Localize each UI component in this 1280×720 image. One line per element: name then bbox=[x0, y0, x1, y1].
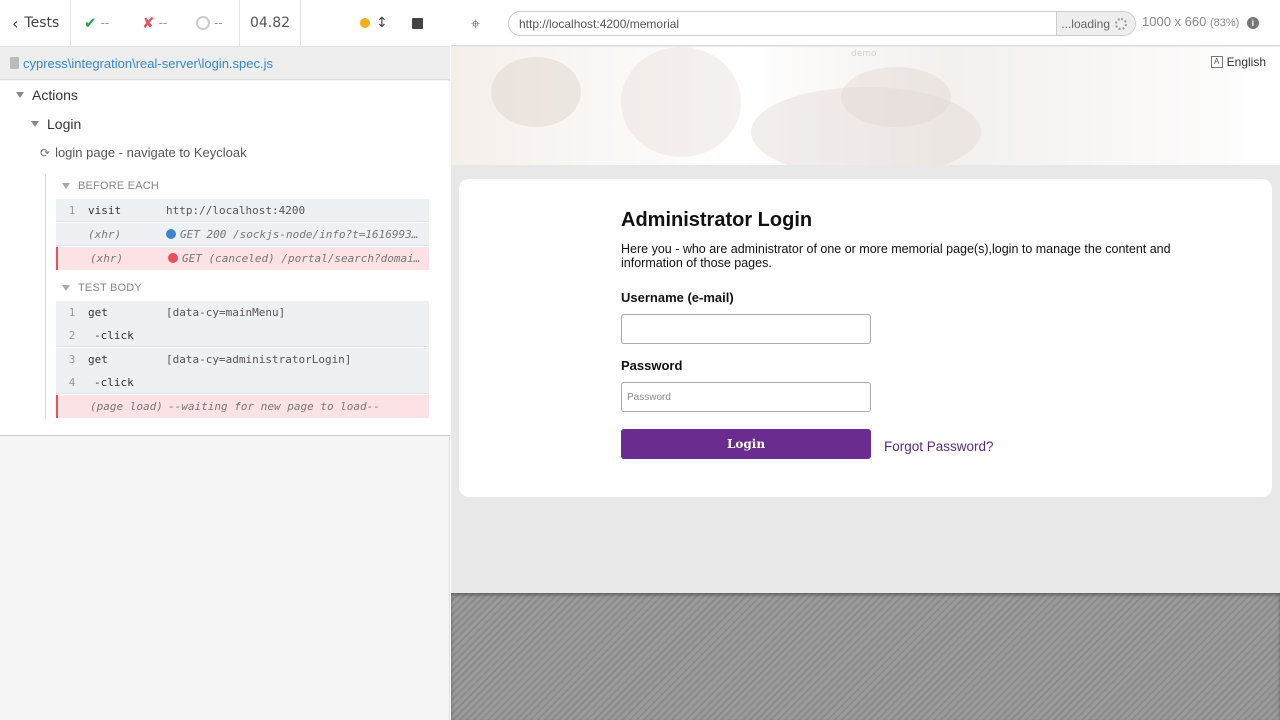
pending-circle-icon bbox=[196, 16, 210, 30]
command-log: Actions Login ⟳ login page - navigate to… bbox=[0, 81, 450, 436]
test-title[interactable]: ⟳ login page - navigate to Keycloak bbox=[40, 145, 247, 160]
command-row[interactable]: 3 get [data-cy=administratorLogin] bbox=[56, 348, 429, 371]
command-row[interactable]: (xhr) GET 200 /sockjs-node/info?t=161699… bbox=[56, 223, 429, 246]
viewport-info: 1000 x 660 (83%) i bbox=[1142, 14, 1259, 29]
hook-before-each[interactable]: BEFORE EACH bbox=[62, 180, 159, 192]
auto-scroll-icon[interactable]: ↕ bbox=[376, 15, 388, 31]
language-selector[interactable]: A English bbox=[1210, 55, 1266, 69]
banner-image-shape bbox=[491, 57, 581, 127]
url-bar[interactable]: http://localhost:4200/memorial ...loadin… bbox=[508, 11, 1136, 36]
running-indicator: ↕ bbox=[360, 0, 390, 46]
caret-down-icon bbox=[16, 92, 24, 98]
spinner-icon bbox=[1115, 17, 1127, 30]
reporter-panel: ‹ Tests ✔ -- ✘ -- -- 04.82 ↕ cypress\int… bbox=[0, 0, 450, 720]
hook-divider bbox=[45, 174, 46, 419]
login-card: Administrator Login Here you - who are a… bbox=[459, 179, 1272, 497]
pending-count[interactable]: -- bbox=[196, 0, 240, 46]
check-icon: ✔ bbox=[84, 14, 97, 32]
command-row[interactable]: (xhr) GET (canceled) /portal/search?doma… bbox=[56, 247, 429, 270]
failed-count[interactable]: ✘ -- bbox=[142, 0, 192, 46]
x-icon: ✘ bbox=[142, 14, 155, 32]
stop-icon bbox=[412, 17, 423, 29]
refresh-icon: ⟳ bbox=[40, 145, 51, 160]
chevron-left-icon: ‹ bbox=[12, 13, 19, 33]
suite-login[interactable]: Login bbox=[31, 116, 81, 132]
passed-count[interactable]: ✔ -- bbox=[84, 0, 134, 46]
hook-test-body[interactable]: TEST BODY bbox=[62, 282, 142, 294]
translate-icon: A bbox=[1210, 56, 1223, 68]
command-row[interactable]: 2 -click bbox=[56, 324, 429, 347]
spec-file-link[interactable]: cypress\integration\real-server\login.sp… bbox=[23, 56, 273, 71]
command-row[interactable]: 1 visit http://localhost:4200 bbox=[56, 199, 429, 222]
app-under-test: ⌖ http://localhost:4200/memorial ...load… bbox=[451, 0, 1280, 720]
selector-playground-icon[interactable]: ⌖ bbox=[471, 14, 480, 34]
intro-text: Here you - who are administrator of one … bbox=[621, 242, 1171, 270]
caret-down-icon bbox=[31, 121, 39, 127]
stop-button[interactable] bbox=[412, 0, 437, 46]
command-row[interactable]: (page load) --waiting for new page to lo… bbox=[56, 395, 429, 418]
aut-iframe: demo A English Administrator Login Here … bbox=[451, 47, 1280, 593]
page-title: Administrator Login bbox=[621, 209, 813, 231]
hero-banner: demo A English bbox=[451, 47, 1280, 165]
password-label: Password bbox=[621, 358, 683, 373]
loading-indicator: ...loading bbox=[1056, 12, 1135, 35]
demo-watermark: demo bbox=[851, 49, 877, 59]
info-icon[interactable]: i bbox=[1246, 17, 1259, 29]
banner-image-shape bbox=[841, 67, 951, 127]
command-row[interactable]: 4 -click bbox=[56, 371, 429, 394]
password-input[interactable] bbox=[621, 382, 871, 412]
viewport-overflow-area bbox=[451, 593, 1280, 720]
forgot-password-link[interactable]: Forgot Password? bbox=[884, 439, 994, 454]
file-icon bbox=[10, 57, 19, 69]
suite-actions[interactable]: Actions bbox=[16, 87, 78, 103]
banner-image-shape bbox=[621, 47, 741, 157]
caret-down-icon bbox=[62, 285, 70, 291]
reporter-header: ‹ Tests ✔ -- ✘ -- -- 04.82 ↕ bbox=[0, 0, 450, 47]
aut-header: ⌖ http://localhost:4200/memorial ...load… bbox=[451, 0, 1280, 46]
caret-down-icon bbox=[62, 183, 70, 189]
username-input[interactable] bbox=[621, 314, 871, 344]
login-button[interactable]: Login bbox=[621, 429, 871, 459]
command-row[interactable]: 1 get [data-cy=mainMenu] bbox=[56, 301, 429, 324]
url-text: http://localhost:4200/memorial bbox=[519, 16, 680, 31]
duration: 04.82 bbox=[240, 0, 301, 46]
back-to-tests-button[interactable]: ‹ Tests bbox=[0, 0, 71, 46]
back-label: Tests bbox=[24, 15, 60, 31]
xhr-status-dot-icon bbox=[168, 253, 178, 263]
running-dot-icon bbox=[360, 18, 370, 28]
spec-path-bar: cypress\integration\real-server\login.sp… bbox=[0, 47, 450, 80]
xhr-status-dot-icon bbox=[166, 228, 176, 239]
username-label: Username (e-mail) bbox=[621, 290, 734, 305]
